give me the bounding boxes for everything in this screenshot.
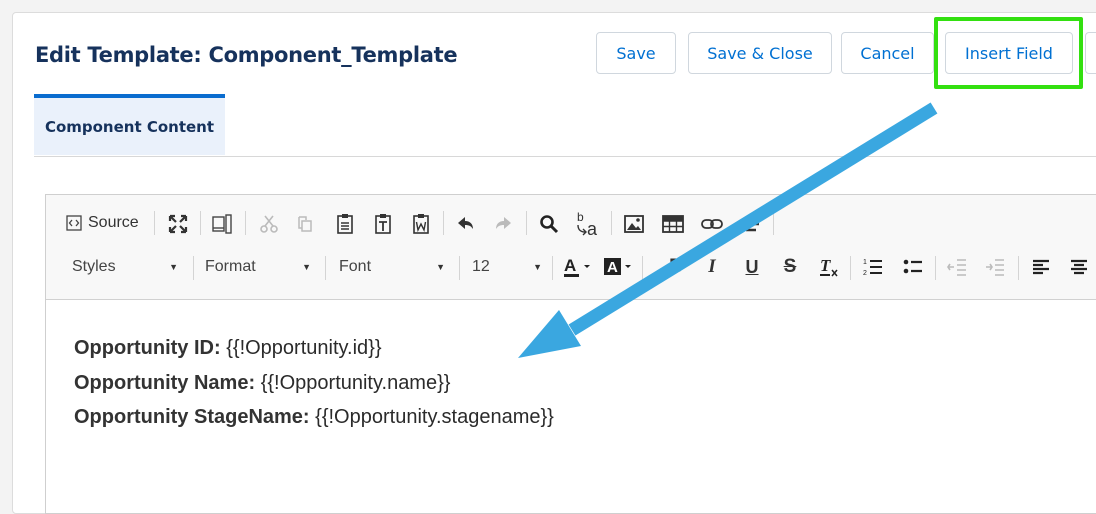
- template-editor-card: Edit Template: Component_Template Save S…: [12, 12, 1096, 514]
- find-icon[interactable]: [536, 211, 562, 237]
- undo-icon[interactable]: [453, 211, 479, 237]
- bulleted-list-icon[interactable]: [900, 253, 926, 281]
- show-blocks-icon[interactable]: [209, 211, 235, 237]
- chevron-down-icon: ▼: [302, 262, 311, 272]
- svg-text:A: A: [564, 256, 576, 275]
- svg-text:2: 2: [863, 270, 867, 277]
- replace-icon[interactable]: ba: [574, 209, 602, 239]
- svg-text:1: 1: [863, 259, 867, 266]
- source-label: Source: [88, 214, 139, 231]
- svg-text:T: T: [820, 256, 831, 275]
- table-icon[interactable]: [660, 211, 686, 237]
- styles-dropdown[interactable]: Styles ▼: [72, 253, 184, 281]
- merge-field: {{!Opportunity.id}}: [226, 337, 382, 359]
- strikethrough-icon[interactable]: S: [778, 253, 802, 281]
- horizontal-rule-icon[interactable]: [738, 211, 764, 237]
- image-icon[interactable]: [621, 211, 647, 237]
- format-dropdown[interactable]: Format ▼: [205, 253, 317, 281]
- paste-text-icon[interactable]: [370, 211, 396, 237]
- save-close-button[interactable]: Save & Close: [688, 32, 832, 74]
- link-icon[interactable]: [699, 211, 725, 237]
- chevron-down-icon: ▼: [169, 262, 178, 272]
- chevron-down-icon: ▼: [533, 262, 542, 272]
- text-color-icon[interactable]: A: [560, 253, 594, 281]
- font-size-value: 12: [472, 258, 490, 275]
- italic-icon[interactable]: I: [700, 253, 724, 281]
- save-button[interactable]: Save: [596, 32, 676, 74]
- insert-field-highlight: [934, 17, 1083, 89]
- format-label: Format: [205, 258, 256, 275]
- rich-text-editor: Source b a Styles ▼ Format ▼ Font ▼ 12 ▼…: [45, 194, 1096, 514]
- field-label: Opportunity StageName:: [74, 406, 310, 428]
- copy-icon[interactable]: [292, 211, 318, 237]
- align-center-icon[interactable]: [1066, 253, 1092, 281]
- content-line: Opportunity StageName: {{!Opportunity.st…: [74, 400, 554, 435]
- field-label: Opportunity Name:: [74, 371, 256, 394]
- page-title: Edit Template: Component_Template: [35, 43, 458, 67]
- tab-bar: Component Content: [34, 94, 1096, 157]
- merge-field: {{!Opportunity.name}}: [260, 371, 451, 394]
- field-label: Opportunity ID:: [74, 337, 221, 359]
- merge-field: {{!Opportunity.stagename}}: [315, 406, 554, 428]
- numbered-list-icon[interactable]: 12: [860, 253, 886, 281]
- paste-icon[interactable]: [332, 211, 358, 237]
- font-dropdown[interactable]: Font ▼: [339, 253, 451, 281]
- svg-text:a: a: [587, 219, 598, 238]
- tab-component-content[interactable]: Component Content: [34, 94, 225, 155]
- remove-format-icon[interactable]: T: [816, 253, 842, 281]
- increase-indent-icon[interactable]: [982, 253, 1008, 281]
- editor-content[interactable]: Opportunity ID: {{!Opportunity.id}} Oppo…: [74, 331, 554, 435]
- content-line: Opportunity ID: {{!Opportunity.id}}: [74, 331, 554, 366]
- font-label: Font: [339, 258, 372, 275]
- decrease-indent-icon[interactable]: [944, 253, 970, 281]
- source-button[interactable]: Source: [66, 212, 139, 234]
- source-icon: [66, 215, 82, 231]
- cancel-button[interactable]: Cancel: [841, 32, 934, 74]
- svg-text:b: b: [577, 210, 584, 224]
- redo-icon[interactable]: [490, 211, 516, 237]
- paste-word-icon[interactable]: [408, 211, 434, 237]
- more-button[interactable]: [1085, 32, 1096, 74]
- maximize-icon[interactable]: [165, 211, 191, 237]
- bold-icon[interactable]: B: [664, 253, 688, 281]
- editor-toolbar: Source b a Styles ▼ Format ▼ Font ▼ 12 ▼…: [46, 195, 1096, 300]
- svg-text:A: A: [607, 259, 618, 276]
- styles-label: Styles: [72, 258, 116, 275]
- background-color-icon[interactable]: A: [601, 253, 635, 281]
- chevron-down-icon: ▼: [436, 262, 445, 272]
- cut-icon[interactable]: [256, 211, 282, 237]
- align-left-icon[interactable]: [1028, 253, 1054, 281]
- underline-icon[interactable]: U: [740, 253, 764, 281]
- font-size-dropdown[interactable]: 12 ▼: [472, 253, 548, 281]
- content-line: Opportunity Name: {{!Opportunity.name}}: [74, 366, 554, 401]
